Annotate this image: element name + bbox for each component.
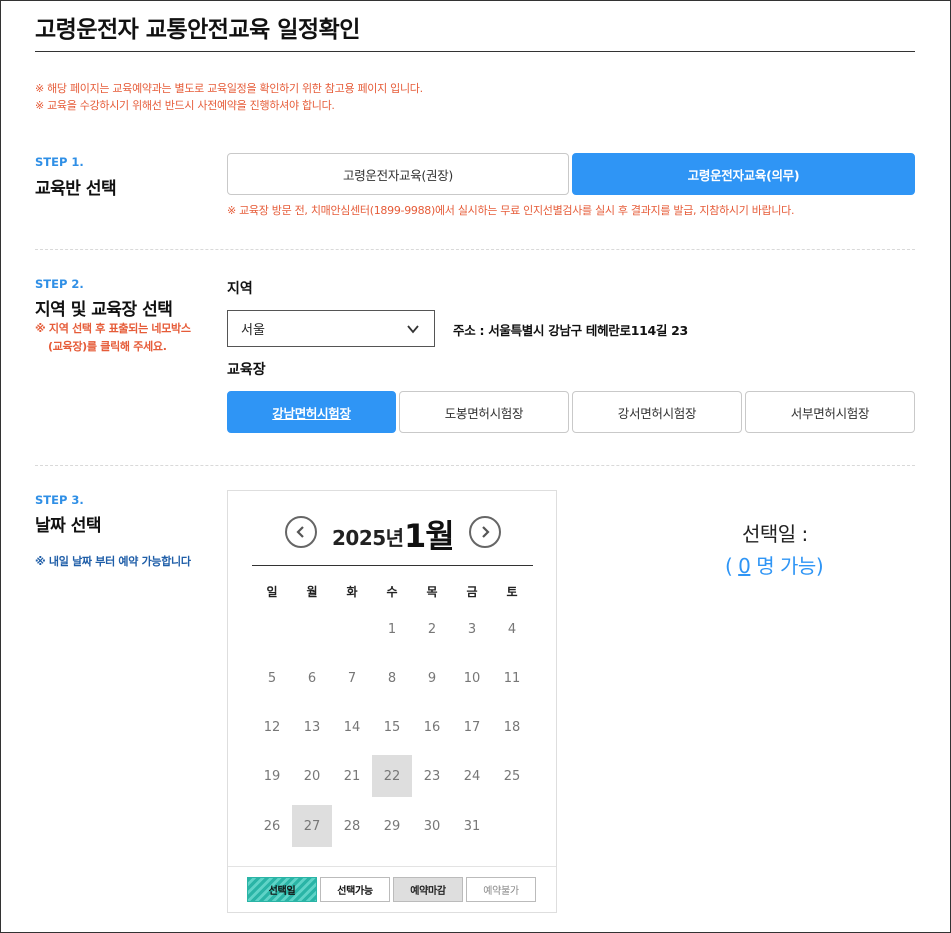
calendar-day[interactable]: 14 bbox=[332, 706, 372, 748]
count-text: 명 가능) bbox=[756, 554, 824, 578]
step3-label: STEP 3. bbox=[35, 493, 84, 507]
calendar-day[interactable]: 28 bbox=[332, 805, 372, 847]
title-divider bbox=[35, 51, 915, 52]
calendar-day[interactable]: 6 bbox=[292, 657, 332, 699]
legend-selected: 선택일 bbox=[247, 877, 317, 902]
calendar-day[interactable]: 13 bbox=[292, 706, 332, 748]
calendar-day[interactable]: 20 bbox=[292, 755, 332, 797]
calendar-day[interactable]: 3 bbox=[452, 608, 492, 650]
calendar-day[interactable]: 18 bbox=[492, 706, 532, 748]
calendar-day[interactable]: 17 bbox=[452, 706, 492, 748]
center-label: 교육장 bbox=[227, 362, 266, 378]
center-button-dobong[interactable]: 도봉면허시험장 bbox=[399, 391, 569, 433]
cognitive-test-note: ※ 교육장 방문 전, 치매안심센터(1899-9988)에서 실시하는 무료 … bbox=[227, 204, 795, 217]
legend-available: 선택가능 bbox=[320, 877, 390, 902]
calendar-day[interactable]: 30 bbox=[412, 805, 452, 847]
calendar-day[interactable]: 31 bbox=[452, 805, 492, 847]
chevron-left-icon bbox=[296, 526, 304, 538]
calendar-day[interactable]: 9 bbox=[412, 657, 452, 699]
region-label: 지역 bbox=[227, 281, 253, 297]
weekday-header: 수 bbox=[386, 585, 398, 599]
notice-reference: ※ 해당 페이지는 교육예약과는 별도로 교육일정을 확인하기 위한 참고용 페… bbox=[35, 82, 423, 95]
course-option-mandatory[interactable]: 고령운전자교육(의무) bbox=[572, 153, 915, 195]
step3-title: 날짜 선택 bbox=[35, 516, 101, 536]
calendar-day[interactable]: 29 bbox=[372, 805, 412, 847]
chevron-down-icon bbox=[407, 325, 419, 334]
calendar-day[interactable]: 19 bbox=[252, 755, 292, 797]
calendar-day[interactable]: 8 bbox=[372, 657, 412, 699]
step2-note-line2: (교육장)를 클릭해 주세요. bbox=[48, 340, 167, 353]
center-button-seobu[interactable]: 서부면허시험장 bbox=[745, 391, 915, 433]
calendar-day[interactable]: 4 bbox=[492, 608, 532, 650]
notice-reservation: ※ 교육을 수강하시기 위해선 반드시 사전예약을 진행하셔야 합니다. bbox=[35, 99, 335, 112]
count-open: ( bbox=[725, 554, 733, 578]
chevron-right-icon bbox=[482, 526, 490, 538]
weekday-header: 화 bbox=[346, 585, 358, 599]
step1-label: STEP 1. bbox=[35, 155, 84, 169]
calendar-month: 1월 bbox=[404, 517, 455, 555]
available-count: ( 0 명 가능) bbox=[725, 550, 824, 579]
calendar-legend: 선택일 선택가능 예약마감 예약불가 bbox=[228, 866, 556, 913]
calendar-day[interactable]: 25 bbox=[492, 755, 532, 797]
step1-title: 교육반 선택 bbox=[35, 179, 117, 199]
section-divider bbox=[35, 249, 915, 250]
step2-title: 지역 및 교육장 선택 bbox=[35, 300, 173, 320]
region-select[interactable]: 서울 bbox=[227, 310, 435, 347]
calendar-day-closed[interactable]: 22 bbox=[372, 755, 412, 797]
center-address: 주소 : 서울특별시 강남구 테헤란로114길 23 bbox=[453, 323, 688, 338]
weekday-header: 토 bbox=[506, 585, 518, 599]
step2-label: STEP 2. bbox=[35, 277, 84, 291]
calendar-day[interactable]: 26 bbox=[252, 805, 292, 847]
center-button-gangnam[interactable]: 강남면허시험장 bbox=[227, 391, 396, 433]
calendar-day[interactable]: 10 bbox=[452, 657, 492, 699]
section-divider bbox=[35, 465, 915, 466]
calendar-day[interactable]: 21 bbox=[332, 755, 372, 797]
page-title: 고령운전자 교통안전교육 일정확인 bbox=[35, 17, 360, 43]
calendar-year: 2025년 bbox=[332, 526, 404, 550]
calendar-header-rule bbox=[252, 565, 533, 566]
count-value: 0 bbox=[738, 554, 751, 578]
step3-note: ※ 내일 날짜 부터 예약 가능합니다 bbox=[35, 555, 191, 568]
calendar-day[interactable]: 2 bbox=[412, 608, 452, 650]
weekday-header: 일 bbox=[266, 585, 278, 599]
weekday-header: 금 bbox=[466, 585, 478, 599]
legend-closed: 예약마감 bbox=[393, 877, 463, 902]
calendar-day[interactable]: 11 bbox=[492, 657, 532, 699]
region-select-value: 서울 bbox=[241, 323, 265, 338]
next-month-button[interactable] bbox=[469, 516, 501, 548]
step2-note-line1: ※ 지역 선택 후 표출되는 네모박스 bbox=[35, 322, 191, 335]
legend-unavailable: 예약불가 bbox=[466, 877, 536, 902]
calendar-day[interactable]: 23 bbox=[412, 755, 452, 797]
calendar-day[interactable]: 24 bbox=[452, 755, 492, 797]
center-button-gangseo[interactable]: 강서면허시험장 bbox=[572, 391, 742, 433]
weekday-header: 목 bbox=[426, 585, 438, 599]
calendar-day-closed[interactable]: 27 bbox=[292, 805, 332, 847]
calendar-day[interactable]: 5 bbox=[252, 657, 292, 699]
selected-date-label: 선택일 : bbox=[742, 522, 808, 546]
calendar-day[interactable]: 12 bbox=[252, 706, 292, 748]
calendar-day[interactable]: 15 bbox=[372, 706, 412, 748]
calendar-day[interactable]: 1 bbox=[372, 608, 412, 650]
calendar-day[interactable]: 16 bbox=[412, 706, 452, 748]
course-option-recommended[interactable]: 고령운전자교육(권장) bbox=[227, 153, 569, 195]
weekday-header: 월 bbox=[306, 585, 318, 599]
calendar: 2025년 1월 일월화수목금토 1 2 3 4 5 6 7 8 9 10 11 12 13 14 15 16… bbox=[227, 490, 557, 913]
calendar-day[interactable]: 7 bbox=[332, 657, 372, 699]
prev-month-button[interactable] bbox=[285, 516, 317, 548]
